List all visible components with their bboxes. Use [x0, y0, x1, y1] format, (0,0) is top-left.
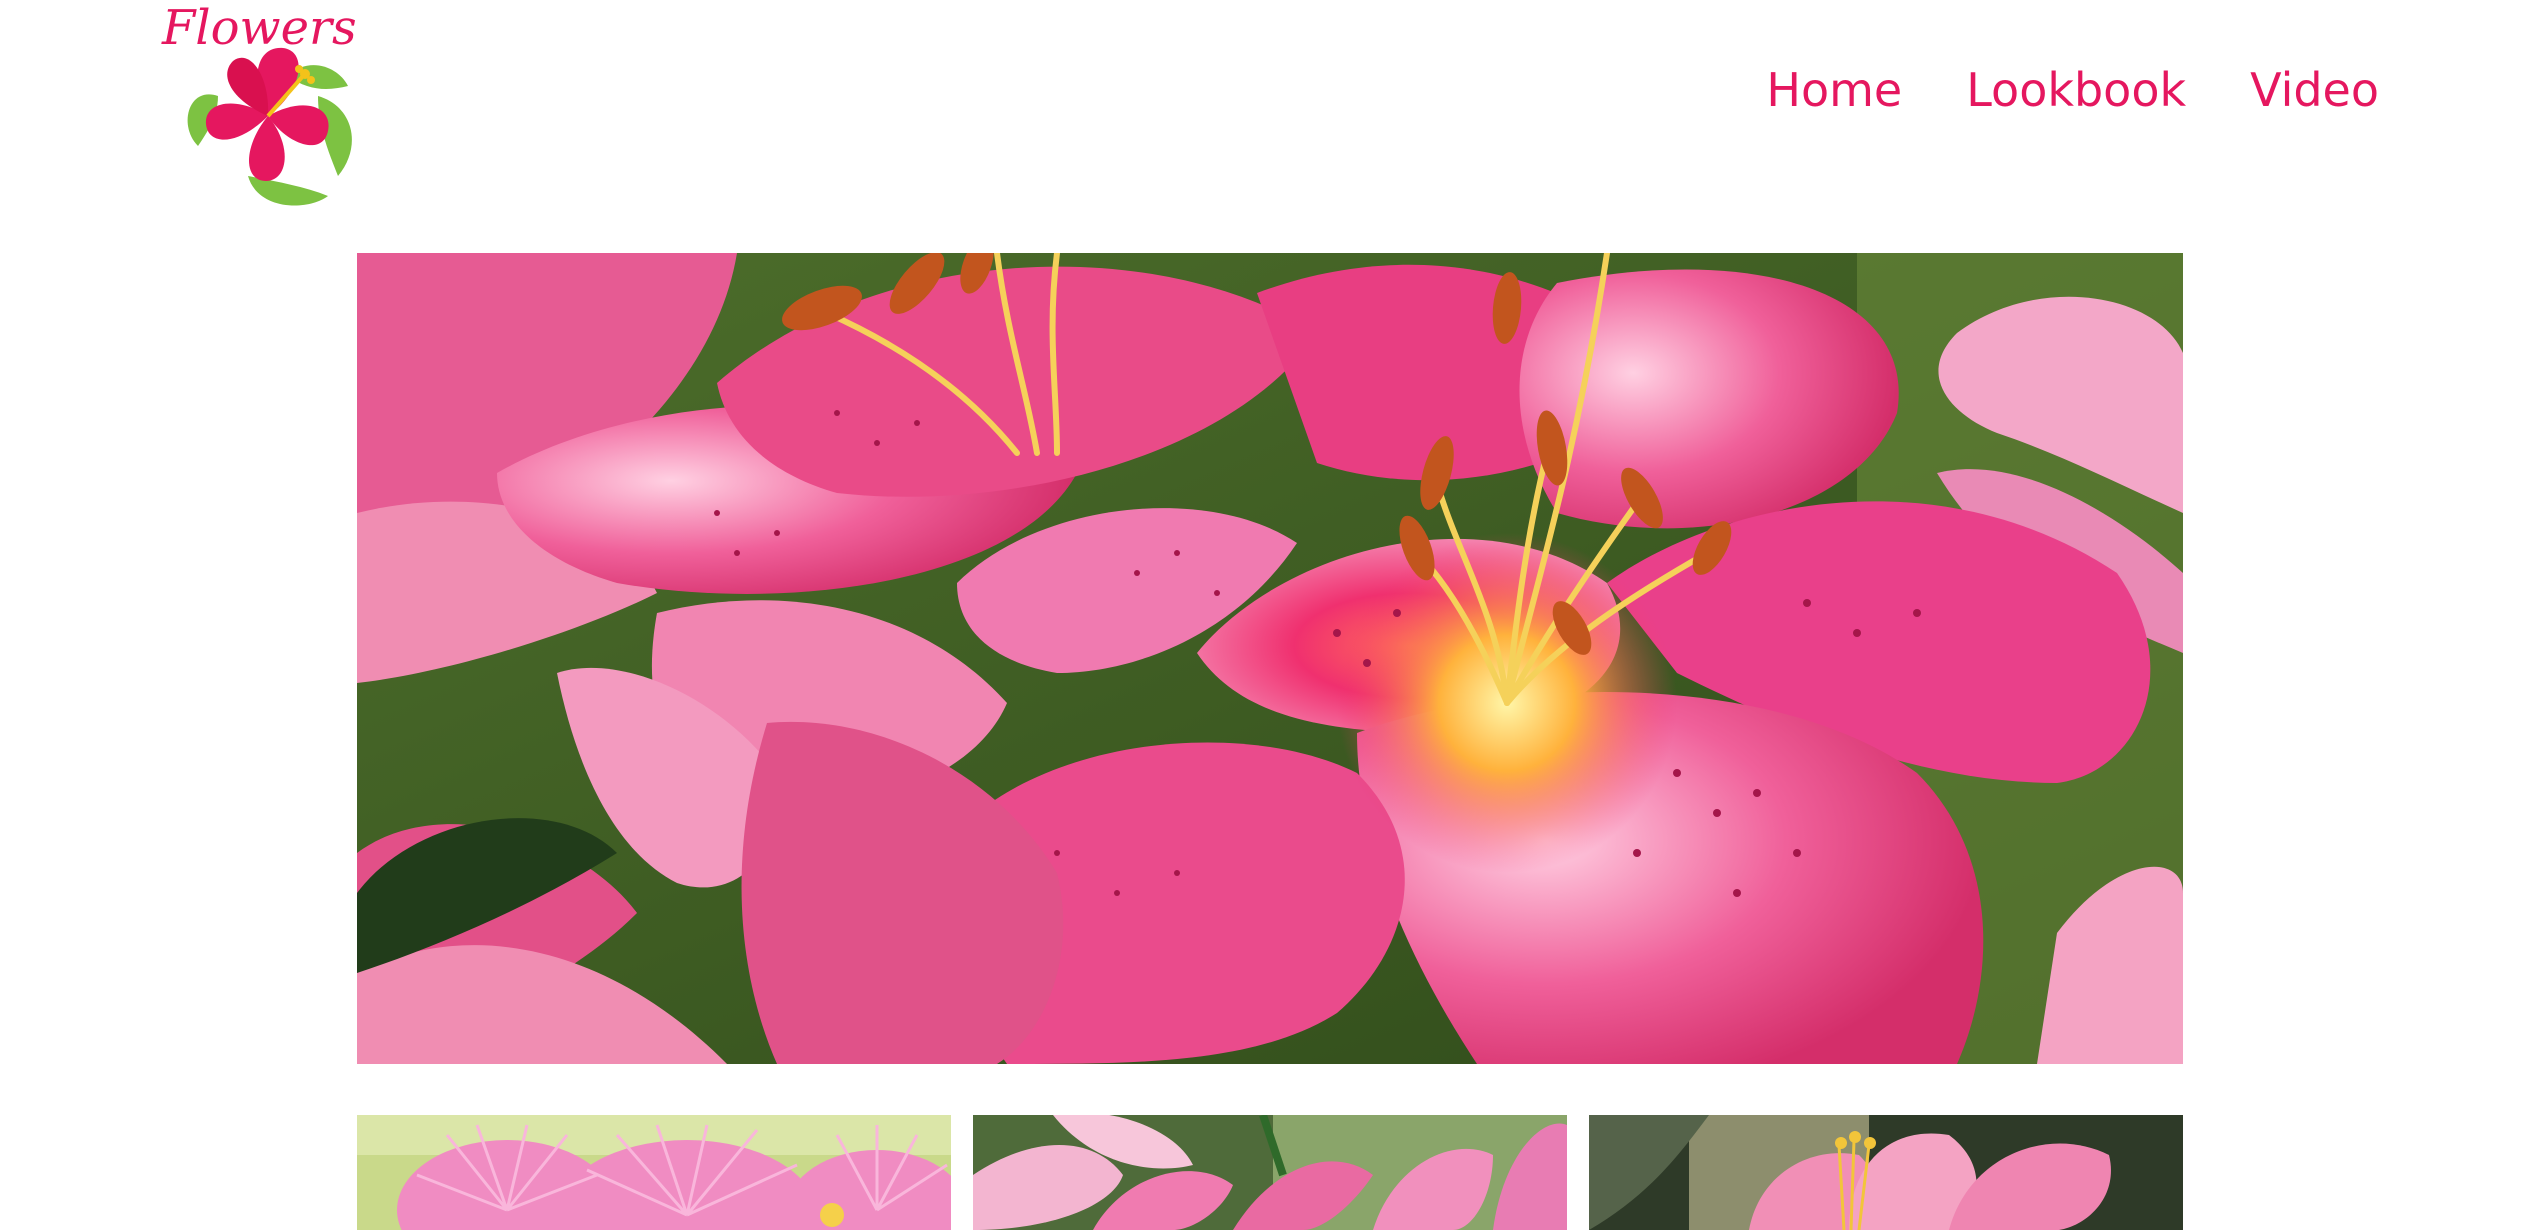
- pink-lilies-photo: [973, 1115, 1567, 1230]
- logo-link[interactable]: Flowers: [160, 0, 360, 210]
- pink-hibiscus-photo: [1589, 1115, 2183, 1230]
- thumbnail-gallery: [357, 1115, 2183, 1230]
- thumbnail-3[interactable]: [1589, 1115, 2183, 1230]
- page: Flowers Home Lookbook Video: [0, 0, 2534, 1230]
- pink-aster-flowers-photo: [357, 1115, 951, 1230]
- nav-video-link[interactable]: Video: [2250, 62, 2379, 118]
- thumbnail-1[interactable]: [357, 1115, 951, 1230]
- main-nav: Home Lookbook Video: [1766, 62, 2379, 118]
- pink-lilies-photo: [357, 253, 2183, 1064]
- nav-lookbook-link[interactable]: Lookbook: [1966, 62, 2186, 118]
- nav-home-link[interactable]: Home: [1766, 62, 1902, 118]
- hero-slider[interactable]: [357, 253, 2183, 1064]
- thumbnail-2[interactable]: [973, 1115, 1567, 1230]
- hibiscus-flower-icon: [187, 47, 352, 206]
